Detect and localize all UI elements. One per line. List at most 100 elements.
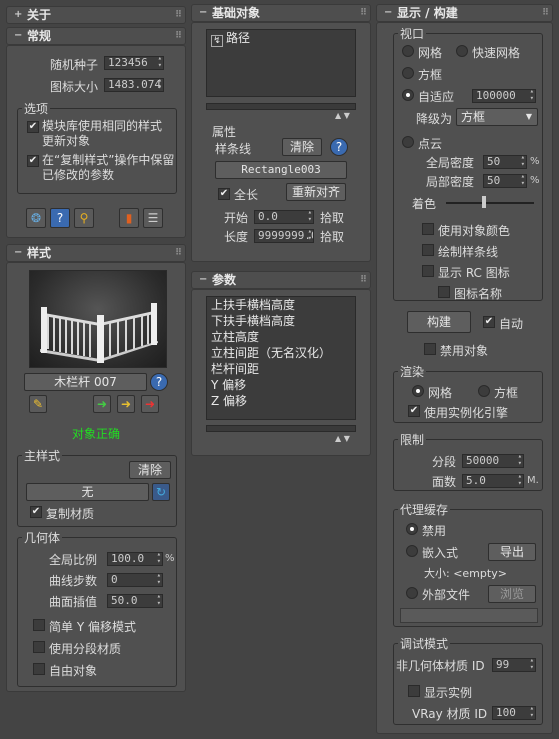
point-cloud-radio[interactable] [402,136,414,148]
help-icon[interactable]: ? [330,138,348,156]
copy-material-checkbox[interactable]: ✔ [30,506,42,518]
start-spinner[interactable]: 0.0 ▴ ▾ [254,210,314,224]
style-preview-image [29,270,167,368]
list-item[interactable]: 立柱间距（无名汉化） [207,345,355,361]
opt1-checkbox[interactable]: ✔ [27,121,39,133]
expand-icon: + [14,9,23,20]
proxy-cache-group: 代理缓存 禁用 嵌入式 导出 大小: <empty> 外部文件 浏览 [393,501,543,627]
chart-icon[interactable]: ▮ [119,208,139,228]
embed-radio[interactable] [406,545,418,557]
list-item[interactable]: 下扶手横档高度 [207,313,355,329]
help-icon[interactable]: ? [50,208,70,228]
refresh-icon[interactable]: ↻ [152,483,170,501]
grid-radio[interactable] [402,45,414,57]
box-radio[interactable] [402,67,414,79]
style-rollout-header[interactable]: − 样式 ⠿ [6,244,186,262]
status-text: 对象正确 [72,427,121,441]
grip-icon: ⠿ [359,8,367,18]
base-object-list[interactable]: ↯ 路径 [206,29,356,97]
disable-obj-checkbox[interactable] [424,343,436,355]
display-build-rollout-header[interactable]: − 显示 / 构建 ⠿ [376,4,553,22]
list-item[interactable]: Y 偏移 [207,377,355,393]
adaptive-radio[interactable] [402,89,414,101]
list-view-icon[interactable]: ☰ [143,208,163,228]
full-length-checkbox[interactable]: ✔ [218,188,230,200]
params-list[interactable]: 上扶手横档高度 下扶手横档高度 立柱高度 立柱间距（无名汉化） 栏杆间距 Y 偏移 Z 偏移 [206,296,356,420]
curve-steps-spinner[interactable]: 0 ▴ ▾ [107,573,163,587]
render-grid-radio[interactable] [412,385,424,397]
color-slider-handle[interactable] [482,196,486,208]
params-scrollbar[interactable] [206,425,356,432]
instancing-checkbox[interactable]: ✔ [408,405,420,417]
none-style-button[interactable]: 无 [26,483,149,501]
list-item[interactable]: 上扶手横档高度 [207,297,355,313]
fast-grid-radio[interactable] [456,45,468,57]
export-button[interactable]: 导出 [488,543,536,561]
render-box-radio[interactable] [478,385,490,397]
adaptive-spinner[interactable]: 100000 ▴ ▾ [472,89,536,103]
show-rc-icon-checkbox[interactable] [422,265,434,277]
clear-spline-button[interactable]: 清除 [282,138,322,156]
help-icon[interactable]: ? [150,373,168,391]
realign-button[interactable]: 重新对齐 [286,183,346,201]
surface-interp-spinner[interactable]: 50.0 ▴ ▾ [107,594,163,608]
opt2-label: 在“复制样式”操作中保留已修改的参数 [42,153,175,182]
color-slider[interactable] [446,202,534,204]
disable-radio[interactable] [406,523,418,535]
style-name-field[interactable]: 木栏杆 007 [24,373,147,391]
opt2-checkbox[interactable]: ✔ [27,155,39,167]
local-density-spinner[interactable]: 50 ▴ ▾ [483,174,527,188]
list-item[interactable]: 立柱高度 [207,329,355,345]
simple-y-checkbox[interactable] [33,619,45,631]
general-panel: 随机种子 123456 ▴ ▾ 图标大小 1483.074 ▴ ▾ 选项 ✔ 模块库使用… [6,45,186,238]
clear-style-button[interactable]: 清除 [129,461,171,479]
faces-spinner[interactable]: 5.0 ▴ ▾ [462,474,524,488]
global-scale-label: 全局比例 [49,553,98,567]
auto-checkbox[interactable]: ✔ [483,316,495,328]
seed-spinner[interactable]: 123456 ▴ ▾ [104,56,164,70]
grip-icon: ⠿ [174,10,182,20]
segment-mat-checkbox[interactable] [33,641,45,653]
base-object-rollout-header[interactable]: − 基础对象 ⠿ [191,4,371,22]
list-item[interactable]: Z 偏移 [207,393,355,409]
copy-icon[interactable]: ➜ [117,395,135,413]
icon-size-spinner[interactable]: 1483.074 ▴ ▾ [104,78,164,92]
library-icon[interactable]: ❂ [26,208,46,228]
segments-spinner[interactable]: 50000 ▴ ▾ [462,454,524,468]
draw-spline-checkbox[interactable] [422,244,434,256]
base-object-panel: ↯ 路径 ▲ ▼ 属性 样条线 清除 ? Rectangle003 ✔ 全长 重新… [191,22,371,262]
general-rollout-header[interactable]: − 常规 ⠿ [6,27,186,45]
vray-id-spinner[interactable]: 100 ▴ ▾ [492,706,536,720]
export-icon[interactable]: ➜ [141,395,159,413]
free-object-label: 自由对象 [49,664,98,678]
import-icon[interactable]: ➜ [93,395,111,413]
pick-start-button[interactable]: 拾取 [320,209,344,226]
copy-material-label: 复制材质 [46,507,95,521]
global-density-spinner[interactable]: 50 ▴ ▾ [483,155,527,169]
use-obj-color-checkbox[interactable] [422,223,434,235]
browse-button[interactable]: 浏览 [488,585,536,603]
show-instances-checkbox[interactable] [408,685,420,697]
list-item[interactable]: ↯ 路径 [207,30,355,47]
list-item[interactable]: 栏杆间距 [207,361,355,377]
external-file-radio[interactable] [406,587,418,599]
build-button[interactable]: 构建 [407,311,471,333]
spline-field[interactable]: Rectangle003 [215,161,347,179]
list-scrollbar[interactable] [206,103,356,110]
params-rollout-header[interactable]: − 参数 ⠿ [191,271,371,289]
non-geo-id-spinner[interactable]: 99 ▴ ▾ [492,658,536,672]
global-scale-spinner[interactable]: 100.0 ▴ ▾ [107,552,163,566]
pick-length-button[interactable]: 拾取 [320,228,344,245]
length-spinner[interactable]: 9999999.0 ▴ ▾ [254,229,314,243]
icon-name-checkbox[interactable] [438,286,450,298]
free-object-checkbox[interactable] [33,663,45,675]
edit-icon[interactable]: ✎ [29,395,47,413]
limit-group: 限制 分段 50000 ▴ ▾ 面数 5.0 ▴ ▾ M. [393,431,543,491]
scroll-arrows-icon[interactable]: ▲ ▼ [335,434,350,443]
degrade-dropdown[interactable]: 方框 ▼ [456,108,538,126]
options-group: 选项 ✔ 模块库使用相同的样式更新对象 ✔ 在“复制样式”操作中保留已修改的参数 [17,100,177,194]
key-icon[interactable]: ⚲ [74,208,94,228]
scroll-arrows-icon[interactable]: ▲ ▼ [335,111,350,120]
file-path-field[interactable] [400,608,538,623]
about-rollout-header[interactable]: + 关于 ⠿ [6,6,186,24]
